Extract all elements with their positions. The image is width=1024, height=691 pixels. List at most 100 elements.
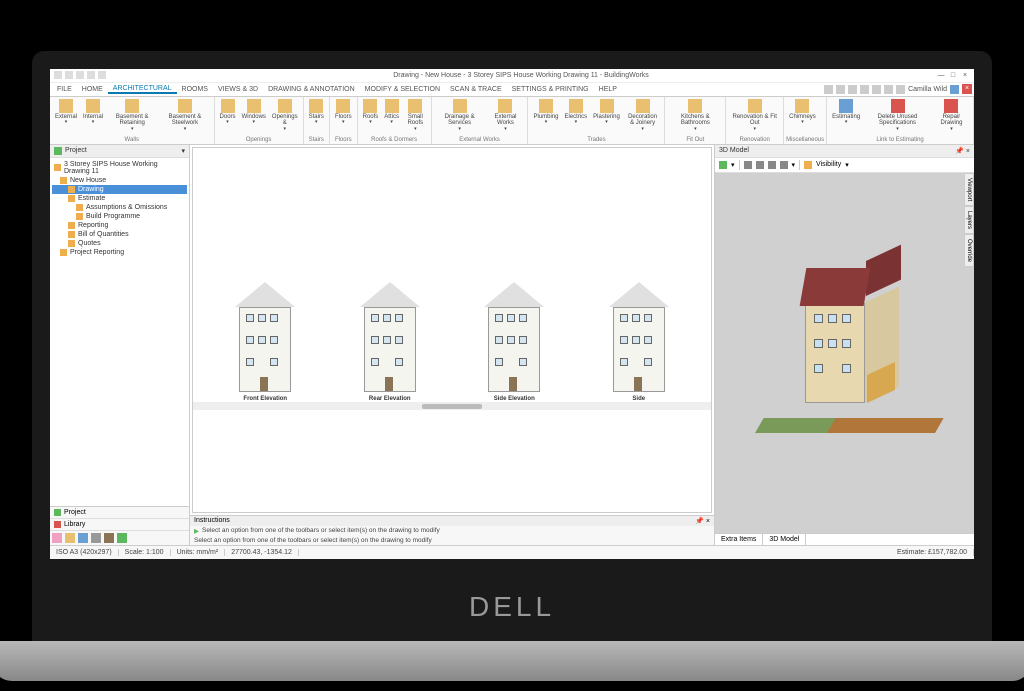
visibility-label[interactable]: Visibility [816,161,841,168]
elevation-side-elevation[interactable]: Side Elevation [484,282,544,402]
drawing-canvas[interactable]: Front Elevation Rear Elevation Side Elevat… [192,147,712,513]
tab-architectural[interactable]: ARCHITECTURAL [108,85,177,94]
tree-item-assumptions-omissions[interactable]: Assumptions & Omissions [52,203,187,212]
tree-item-reporting[interactable]: Reporting [52,221,187,230]
report-icon [60,249,67,256]
ribbon-renovation-fit-out-button[interactable]: Renovation & Fit Out▾ [728,98,781,136]
ribbon-electrics-button[interactable]: Electrics▾ [562,98,591,136]
orbit-icon[interactable] [744,161,752,169]
print-icon[interactable] [98,71,106,79]
tree-root[interactable]: 3 Storey SIPS House Working Drawing 11 [52,160,187,176]
tab-home[interactable]: HOME [77,86,108,93]
tool-stairs-icon[interactable] [104,533,114,543]
model-tab-extra-items[interactable]: Extra Items [715,534,763,545]
instructions-pin-icon[interactable]: 📌 × [695,517,710,525]
panel-tab-project[interactable]: Project [50,507,189,519]
status-paper[interactable]: ISO A3 (420x297) [50,549,119,556]
redo-icon[interactable] [87,71,95,79]
ribbon-small-roofs-button[interactable]: Small Roofs▾ [402,98,429,136]
tab-file[interactable]: FILE [52,86,77,93]
tab-modify-selection[interactable]: MODIFY & SELECTION [360,86,445,93]
side-tab-layers[interactable]: Layers [964,206,974,234]
tool-window-icon[interactable] [78,533,88,543]
fit-icon[interactable] [780,161,788,169]
status-units[interactable]: Units: mm/m² [171,549,226,556]
lightbulb-icon[interactable] [804,161,812,169]
side-tab-override[interactable]: Override [964,234,974,267]
quick-access-toolbar[interactable] [54,71,106,79]
ribbon-chimneys-button[interactable]: Chimneys▾ [786,98,819,136]
ribbon-doors-button[interactable]: Doors▾ [217,98,239,136]
ruler-icon[interactable] [872,85,881,94]
ribbon-roofs-button[interactable]: Roofs▾ [360,98,382,136]
tree-item-build-programme[interactable]: Build Programme [52,212,187,221]
grid-icon[interactable] [860,85,869,94]
tree-item-bill-of-quantities[interactable]: Bill of Quantities [52,230,187,239]
ribbon-basement-retaining-button[interactable]: Basement & Retaining▾ [106,98,158,136]
user-icon[interactable] [950,85,959,94]
tab-scan-trace[interactable]: SCAN & TRACE [445,86,507,93]
ribbon-basement-steelwork-button[interactable]: Basement & Steelwork▾ [158,98,211,136]
ribbon-plastering-button[interactable]: Plastering▾ [590,98,623,136]
ribbon-kitchens-bathrooms-button[interactable]: Kitchens & Bathrooms▾ [667,98,723,136]
ribbon-external-button[interactable]: External▾ [52,98,80,136]
elevation-rear-elevation[interactable]: Rear Elevation [360,282,420,402]
horizontal-scrollbar[interactable] [193,402,711,410]
tree-item-drawing[interactable]: Drawing [52,185,187,194]
search-icon[interactable] [824,85,833,94]
snap-icon[interactable] [884,85,893,94]
tab-settings-printing[interactable]: SETTINGS & PRINTING [507,86,594,93]
tool-wall-icon[interactable] [91,533,101,543]
windows-icon [247,99,261,113]
pan-icon[interactable] [756,161,764,169]
ribbon-external-works-button[interactable]: External Works▾ [486,98,526,136]
zoom-icon[interactable] [836,85,845,94]
3d-viewport[interactable]: Viewport Layers Override [715,173,974,533]
dropdown-icon[interactable]: ▾ [731,161,735,169]
tree-item-project-reporting[interactable]: Project Reporting [52,248,187,257]
ribbon-plumbing-button[interactable]: Plumbing▾ [530,98,561,136]
layers-icon[interactable] [848,85,857,94]
ribbon-repair-drawing-button[interactable]: Repair Drawing▾ [932,98,971,136]
ribbon-internal-button[interactable]: Internal▾ [80,98,106,136]
panel-tab-library[interactable]: Library [50,519,189,531]
refresh-icon[interactable] [719,161,727,169]
ribbon-delete-unused-specifications-button[interactable]: Delete Unused Specifications▾ [863,98,932,136]
ribbon-openings--button[interactable]: Openings & ▾ [269,98,301,136]
zoom-icon[interactable] [768,161,776,169]
tab-drawing-annotation[interactable]: DRAWING & ANNOTATION [263,86,360,93]
side-tab-viewport[interactable]: Viewport [964,173,974,206]
close-button[interactable]: × [960,72,970,79]
tool-eraser-icon[interactable] [52,533,62,543]
elevation-front-elevation[interactable]: Front Elevation [235,282,295,402]
elevation-side[interactable]: Side [609,282,669,402]
tool-eye-icon[interactable] [117,533,127,543]
status-scale[interactable]: Scale: 1:100 [119,549,171,556]
ribbon-windows-button[interactable]: Windows▾ [239,98,269,136]
tab-help[interactable]: HELP [594,86,622,93]
panel-pin-icon[interactable]: 📌 × [955,147,970,155]
flag-icon[interactable] [896,85,905,94]
undo-icon[interactable] [76,71,84,79]
ribbon-attics-button[interactable]: Attics▾ [381,98,402,136]
app-close-button[interactable]: × [962,84,972,94]
minimize-button[interactable]: — [936,72,946,79]
tab-views3d[interactable]: VIEWS & 3D [213,86,263,93]
model-tab-3d-model[interactable]: 3D Model [763,534,806,545]
tree-item-new-house[interactable]: New House [52,176,187,185]
ribbon-stairs-button[interactable]: Stairs▾ [306,98,327,136]
ribbon-drainage-services-button[interactable]: Drainage & Services▾ [434,98,486,136]
ribbon-estimating-button[interactable]: Estimating▾ [829,98,863,136]
tree-item-estimate[interactable]: Estimate [52,194,187,203]
ribbon-decoration-joinery-button[interactable]: Decoration & Joinery▾ [623,98,662,136]
ribbon-floors-button[interactable]: Floors▾ [332,98,355,136]
ribbon-group-label: Renovation [728,136,781,143]
tree-item-quotes[interactable]: Quotes [52,239,187,248]
panel-menu-icon[interactable]: ▾ [181,147,185,155]
dropdown-icon[interactable]: ▾ [845,161,849,169]
dropdown-icon[interactable]: ▾ [792,161,796,169]
tool-door-icon[interactable] [65,533,75,543]
tab-rooms[interactable]: ROOMS [177,86,213,93]
maximize-button[interactable]: □ [948,72,958,79]
save-icon[interactable] [65,71,73,79]
